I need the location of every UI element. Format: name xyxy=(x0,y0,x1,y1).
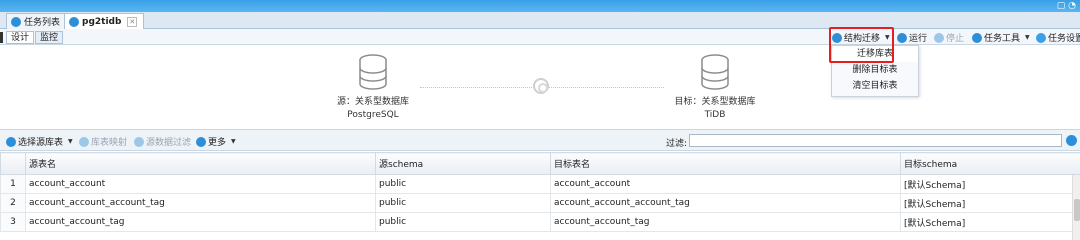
table-row[interactable]: 3 account_account_tag public account_acc… xyxy=(0,212,1080,232)
tab-label: pg2tidb xyxy=(82,17,122,27)
menu-item-truncate-target-tables[interactable]: 清空目标表 xyxy=(832,78,918,94)
close-icon[interactable]: ✕ xyxy=(127,17,138,27)
filter-icon[interactable] xyxy=(1066,135,1077,146)
database-icon xyxy=(701,54,729,90)
data-filter-button[interactable]: 源数据过滤 xyxy=(134,135,191,148)
source-schema-cell[interactable]: public xyxy=(375,174,551,194)
task-tools-button[interactable]: 任务工具 ▼ xyxy=(972,31,1030,44)
source-schema-cell[interactable]: public xyxy=(375,193,551,213)
target-database: 目标：关系型数据库 TiDB xyxy=(660,54,770,122)
task-list-icon xyxy=(11,16,21,27)
migrate-struct-button[interactable]: 结构迁移 ▼ xyxy=(832,31,890,44)
column-header-source-schema[interactable]: 源schema xyxy=(375,152,551,175)
row-number: 1 xyxy=(0,174,26,194)
window-controls-icon[interactable]: ▢ ◔ xyxy=(1057,1,1076,11)
vertical-scrollbar[interactable] xyxy=(1072,175,1080,240)
target-schema-cell[interactable]: [默认Schema] xyxy=(900,212,1080,232)
tab-label: 任务列表 xyxy=(24,18,61,28)
table-row[interactable]: 2 account_account_account_tag public acc… xyxy=(0,193,1080,213)
table-mapping-label: 库表映射 xyxy=(91,138,128,148)
filter-label: 过滤: xyxy=(666,139,688,149)
table-header-row: 源表名 源schema 目标表名 目标schema xyxy=(0,152,1080,175)
chevron-down-icon: ▼ xyxy=(885,34,890,41)
chevron-down-icon: ▼ xyxy=(68,138,73,145)
data-filter-label: 源数据过滤 xyxy=(146,138,192,148)
source-schema-cell[interactable]: public xyxy=(375,212,551,232)
migrate-struct-label: 结构迁移 xyxy=(844,34,881,44)
target-schema-cell[interactable]: [默认Schema] xyxy=(900,174,1080,194)
migrate-struct-menu: 迁移库表 删除目标表 清空目标表 xyxy=(831,45,919,97)
run-label: 运行 xyxy=(909,34,928,44)
row-number-header xyxy=(0,152,26,175)
source-type-label: 源：关系型数据库 xyxy=(336,97,409,107)
task-settings-button[interactable]: 任务设置 xyxy=(1036,31,1080,44)
target-table-cell[interactable]: account_account_tag xyxy=(550,212,901,232)
filter-bar: 选择源库表 ▼ 库表映射 源数据过滤 更多 ▼ 过滤: xyxy=(0,129,1080,151)
mapping-icon xyxy=(79,136,89,147)
gear-icon xyxy=(1036,32,1046,43)
database-icon xyxy=(359,54,387,90)
target-table-cell[interactable]: account_account_account_tag xyxy=(550,193,901,213)
column-header-source-table[interactable]: 源表名 xyxy=(25,152,376,175)
title-bar: ▢ ◔ xyxy=(0,0,1080,12)
table-mapping-button[interactable]: 库表映射 xyxy=(79,135,127,148)
source-table-cell[interactable]: account_account_account_tag xyxy=(25,193,376,213)
target-table-cell[interactable]: account_account xyxy=(550,174,901,194)
source-db-label: PostgreSQL xyxy=(347,110,399,120)
chevron-down-icon: ▼ xyxy=(1025,34,1030,41)
run-button[interactable]: 运行 xyxy=(897,31,927,44)
source-table-cell[interactable]: account_account_tag xyxy=(25,212,376,232)
table-row[interactable]: 1 account_account public account_account… xyxy=(0,174,1080,194)
play-icon xyxy=(897,32,907,43)
panel-handle[interactable] xyxy=(0,32,3,43)
select-tables-label: 选择源库表 xyxy=(18,138,64,148)
tab-task-list[interactable]: 任务列表 xyxy=(6,13,68,29)
struct-migrate-icon xyxy=(832,32,842,43)
play-icon xyxy=(6,136,16,147)
source-table-cell[interactable]: account_account xyxy=(25,174,376,194)
target-type-label: 目标：关系型数据库 xyxy=(674,97,756,107)
more-label: 更多 xyxy=(208,138,227,148)
stop-label: 停止 xyxy=(946,34,965,44)
row-number: 3 xyxy=(0,212,26,232)
menu-item-migrate-tables[interactable]: 迁移库表 xyxy=(832,46,918,62)
mapping-table: 源表名 源schema 目标表名 目标schema 1 account_acco… xyxy=(0,152,1080,232)
column-header-target-schema[interactable]: 目标schema xyxy=(900,152,1080,175)
tab-pg2tidb[interactable]: pg2tidb ✕ xyxy=(64,13,145,30)
stop-button[interactable]: 停止 xyxy=(934,31,964,44)
tab-design[interactable]: 设计 xyxy=(6,31,35,44)
gear-icon xyxy=(533,78,549,94)
select-source-tables-button[interactable]: 选择源库表 ▼ xyxy=(6,135,73,148)
tab-monitor[interactable]: 监控 xyxy=(35,31,64,44)
target-db-label: TiDB xyxy=(704,110,726,120)
more-icon xyxy=(196,136,206,147)
filter-input[interactable] xyxy=(689,134,1062,147)
more-button[interactable]: 更多 ▼ xyxy=(196,135,236,148)
column-header-target-table[interactable]: 目标表名 xyxy=(550,152,901,175)
toolbar: 设计 监控 结构迁移 ▼ 运行 停止 任务工具 ▼ 任务设置 xyxy=(0,29,1080,45)
source-database: 源：关系型数据库 PostgreSQL xyxy=(318,54,428,122)
menu-item-drop-target-tables[interactable]: 删除目标表 xyxy=(832,62,918,78)
row-number: 2 xyxy=(0,193,26,213)
stop-icon xyxy=(934,32,944,43)
task-settings-label: 任务设置 xyxy=(1048,34,1080,44)
task-icon xyxy=(69,17,79,27)
filter-icon xyxy=(134,136,144,147)
chevron-down-icon: ▼ xyxy=(231,138,236,145)
task-tools-label: 任务工具 xyxy=(984,34,1021,44)
tools-icon xyxy=(972,32,982,43)
target-schema-cell[interactable]: [默认Schema] xyxy=(900,193,1080,213)
tab-strip: 任务列表 pg2tidb ✕ xyxy=(0,12,1080,30)
scrollbar-thumb[interactable] xyxy=(1074,199,1080,221)
